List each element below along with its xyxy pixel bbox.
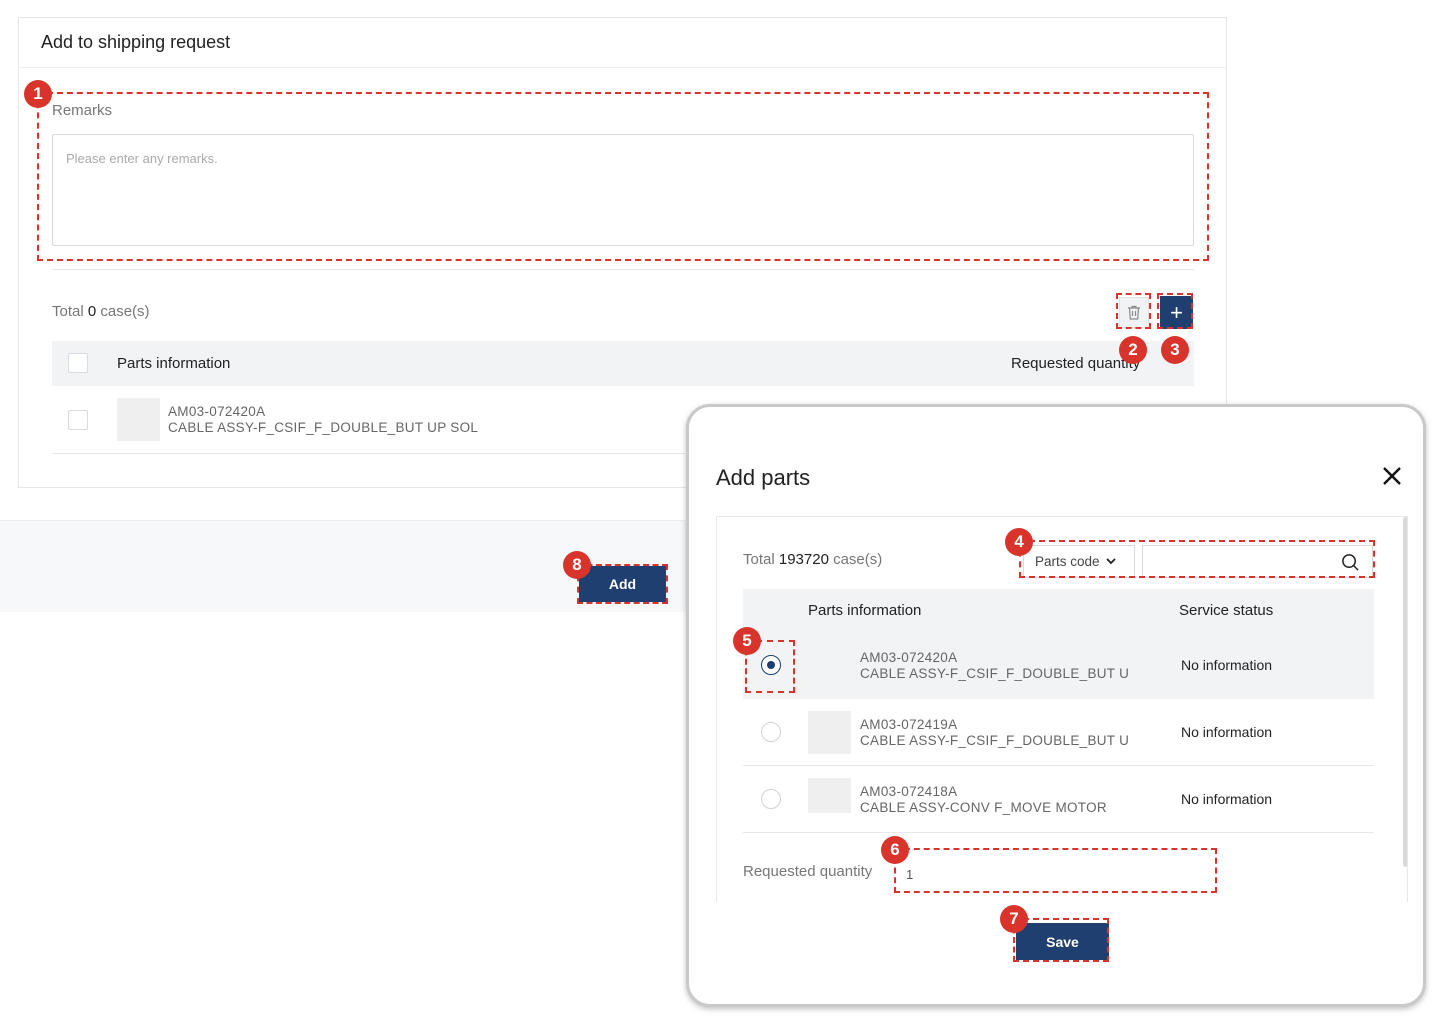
annotation-badge: 5 bbox=[733, 627, 761, 655]
part-code: AM03-072420A bbox=[168, 404, 266, 419]
part-thumbnail bbox=[808, 778, 851, 813]
requested-quantity-label: Requested quantity bbox=[743, 863, 873, 880]
divider bbox=[52, 269, 1194, 270]
column-header-parts: Parts information bbox=[117, 355, 231, 372]
chevron-down-icon bbox=[1105, 558, 1116, 565]
delete-button[interactable] bbox=[1119, 297, 1149, 328]
divider bbox=[19, 67, 1226, 68]
requested-quantity-input[interactable] bbox=[898, 853, 1218, 895]
remarks-textarea[interactable] bbox=[52, 134, 1194, 246]
table-header: Parts information Requested quantity bbox=[52, 341, 1194, 386]
part-name: CABLE ASSY-F_CSIF_F_DOUBLE_BUT U bbox=[860, 666, 1130, 681]
modal-total-count: Total 193720 case(s) bbox=[743, 551, 882, 568]
select-all-checkbox[interactable] bbox=[68, 353, 88, 373]
annotation-badge: 1 bbox=[24, 80, 52, 108]
total-number: 193720 bbox=[778, 551, 829, 568]
service-status: No information bbox=[1181, 791, 1273, 807]
service-status: No information bbox=[1181, 657, 1273, 673]
row-radio[interactable] bbox=[761, 722, 781, 742]
annotation-badge: 3 bbox=[1161, 336, 1189, 364]
table-row[interactable]: AM03-072420A CABLE ASSY-F_CSIF_F_DOUBLE_… bbox=[743, 632, 1374, 699]
column-header-parts: Parts information bbox=[808, 602, 922, 619]
part-code: AM03-072420A bbox=[860, 650, 958, 665]
search-field-select[interactable]: Parts code bbox=[1023, 545, 1135, 578]
modal-content: Total 193720 case(s) Parts code Parts in… bbox=[716, 516, 1408, 902]
annotation-badge: 4 bbox=[1005, 528, 1033, 556]
remarks-label: Remarks bbox=[52, 102, 113, 119]
total-prefix: Total bbox=[743, 551, 775, 568]
row-radio[interactable] bbox=[761, 655, 781, 675]
row-radio[interactable] bbox=[761, 789, 781, 809]
total-suffix: case(s) bbox=[833, 551, 883, 568]
trash-icon bbox=[1128, 305, 1140, 320]
total-count: Total 0 case(s) bbox=[52, 303, 150, 320]
part-thumbnail bbox=[808, 711, 851, 754]
annotation-badge: 8 bbox=[563, 551, 591, 579]
part-thumbnail bbox=[117, 398, 160, 441]
add-button[interactable]: Add bbox=[579, 566, 666, 602]
modal-table-header: Parts information Service status bbox=[743, 589, 1374, 632]
modal-title: Add parts bbox=[716, 465, 811, 490]
table-row[interactable]: AM03-072419A CABLE ASSY-F_CSIF_F_DOUBLE_… bbox=[743, 699, 1374, 766]
annotation-badge: 7 bbox=[1000, 905, 1028, 933]
search-field-value: Parts code bbox=[1035, 554, 1100, 569]
close-icon[interactable] bbox=[1379, 463, 1405, 489]
add-parts-modal: Add parts Total 193720 case(s) Parts cod… bbox=[686, 404, 1426, 1007]
total-suffix: case(s) bbox=[100, 303, 150, 320]
search-input[interactable] bbox=[1142, 545, 1373, 578]
part-code: AM03-072419A bbox=[860, 717, 958, 732]
total-prefix: Total bbox=[52, 303, 84, 320]
table-row[interactable]: AM03-072418A CABLE ASSY-CONV F_MOVE MOTO… bbox=[743, 766, 1374, 833]
annotation-badge: 2 bbox=[1119, 336, 1147, 364]
column-header-status: Service status bbox=[1179, 602, 1274, 619]
save-button[interactable]: Save bbox=[1016, 923, 1109, 960]
part-name: CABLE ASSY-CONV F_MOVE MOTOR bbox=[860, 800, 1107, 815]
row-checkbox[interactable] bbox=[68, 410, 88, 430]
part-code: AM03-072418A bbox=[860, 784, 958, 799]
service-status: No information bbox=[1181, 724, 1273, 740]
part-name: CABLE ASSY-F_CSIF_F_DOUBLE_BUT U bbox=[860, 733, 1130, 748]
plus-icon: + bbox=[1170, 299, 1183, 325]
annotation-badge: 6 bbox=[881, 836, 909, 864]
page-title: Add to shipping request bbox=[41, 32, 231, 52]
add-parts-button[interactable]: + bbox=[1160, 296, 1193, 329]
scrollbar[interactable] bbox=[1403, 517, 1407, 867]
part-name: CABLE ASSY-F_CSIF_F_DOUBLE_BUT UP SOL bbox=[168, 420, 479, 435]
total-number: 0 bbox=[87, 303, 97, 320]
search-icon[interactable] bbox=[1341, 553, 1360, 572]
